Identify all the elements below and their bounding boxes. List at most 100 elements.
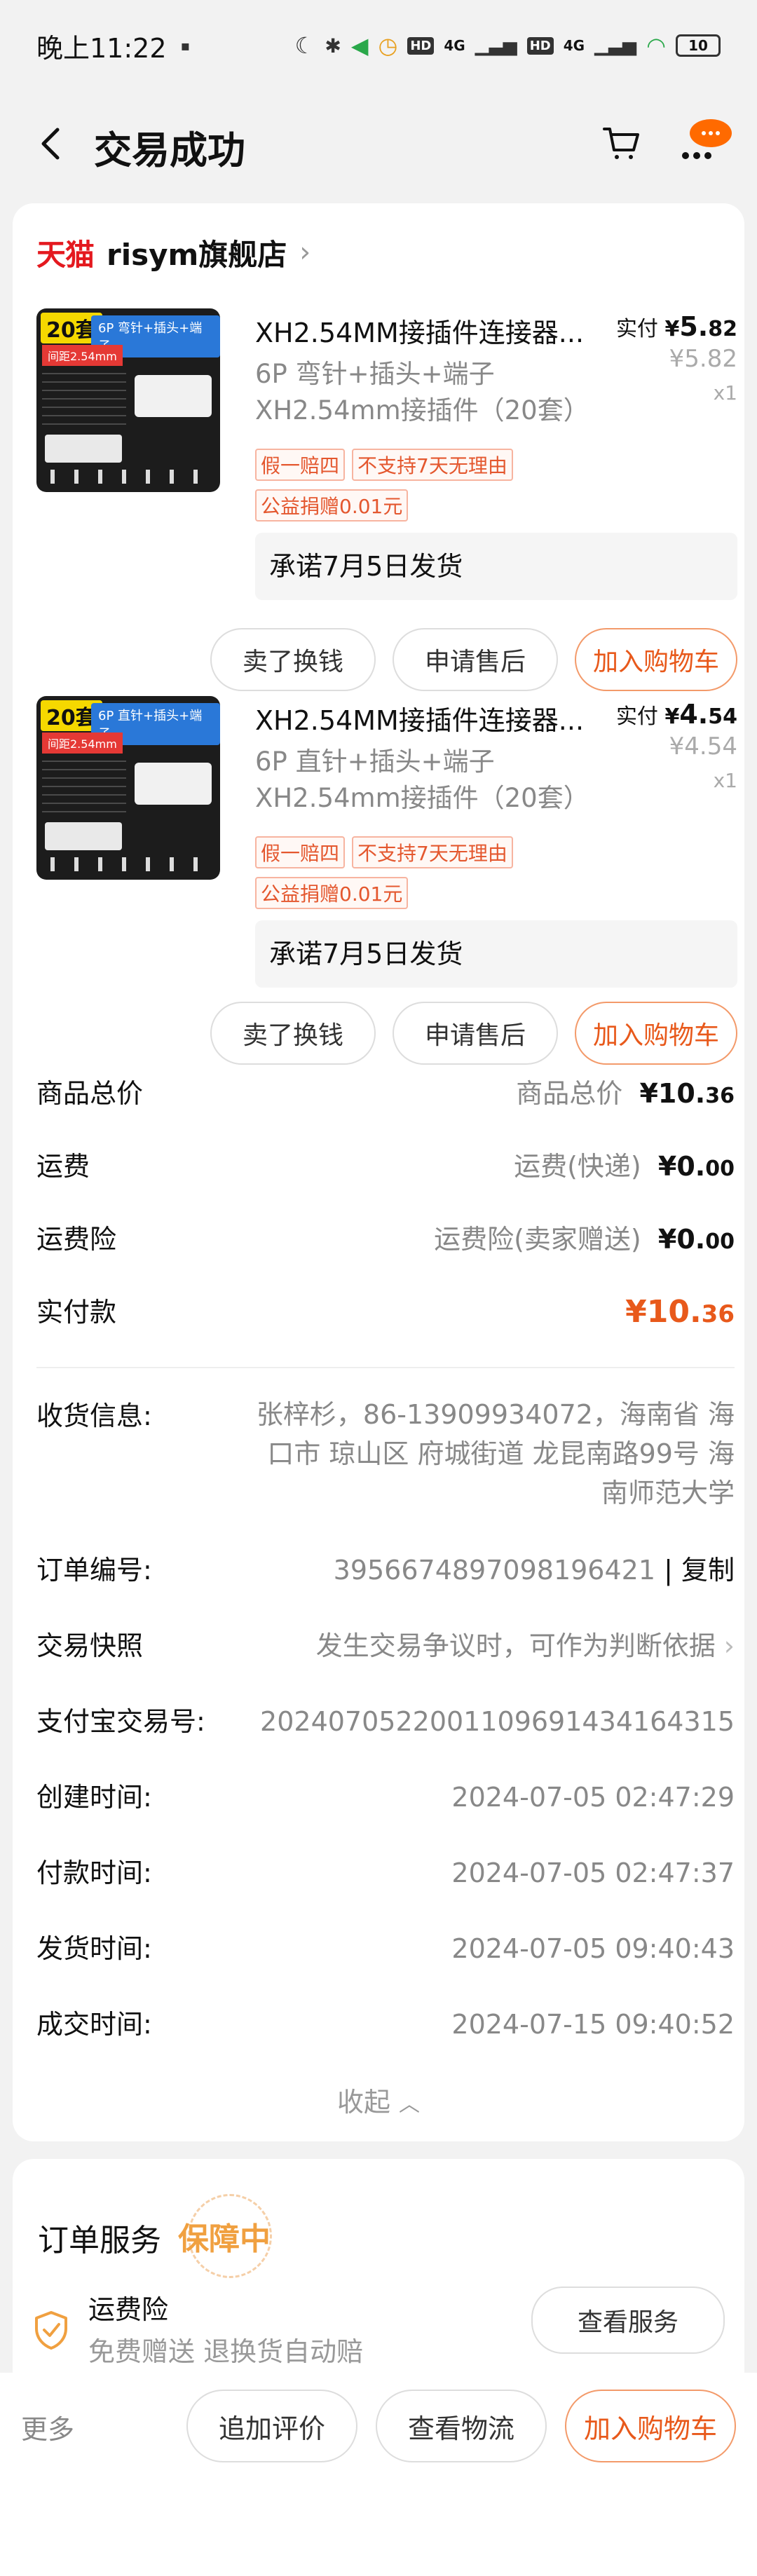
product-title[interactable]: XH2.54MM接插件连接器... bbox=[255, 311, 620, 350]
service-title: 订单服务 bbox=[38, 2223, 161, 2258]
collapse-label: 收起 bbox=[336, 2087, 390, 2118]
created-time-value: 2024-07-05 02:47:29 bbox=[451, 1782, 735, 1813]
tag-no-7day-return: 不支持7天无理由 bbox=[352, 449, 513, 481]
add-to-cart-button[interactable]: 加入购物车 bbox=[575, 1002, 737, 1065]
resell-button[interactable]: 卖了换钱 bbox=[210, 628, 376, 691]
shield-icon bbox=[35, 2311, 67, 2350]
paid-label: 实付 bbox=[615, 704, 658, 729]
chevron-up-icon: ︿ bbox=[399, 2092, 421, 2117]
thumb-housing-image bbox=[45, 822, 122, 850]
after-sale-button[interactable]: 申请售后 bbox=[393, 628, 558, 691]
snapshot-value: 发生交易争议时，可作为判断依据 › bbox=[316, 1625, 735, 1667]
product-item[interactable]: 20套 6P 直针+插头+端子 间距2.54mm XH2.54MM接插件连接器.… bbox=[36, 696, 737, 1089]
product-thumbnail[interactable]: 20套 6P 弯针+插头+端子 间距2.54mm bbox=[36, 308, 220, 492]
goods-total-amount: ¥10. bbox=[639, 1078, 706, 1109]
paid-total-value: ¥10.36 bbox=[625, 1291, 735, 1335]
goods-total-value: 商品总价 ¥10.36 bbox=[516, 1072, 735, 1117]
chevron-right-icon: › bbox=[299, 236, 311, 268]
thumb-pitch-label: 间距2.54mm bbox=[42, 732, 123, 754]
cart-icon[interactable] bbox=[600, 121, 642, 163]
after-sale-button[interactable]: 申请售后 bbox=[393, 1002, 558, 1065]
snapshot-desc: 发生交易争议时，可作为判断依据 bbox=[315, 1630, 716, 1661]
paid-price: 实付 ¥4.54 bbox=[616, 699, 737, 730]
product-tags: 假一赔四 不支持7天无理由 bbox=[255, 836, 513, 868]
product-thumbnail[interactable]: 20套 6P 直针+插头+端子 间距2.54mm bbox=[36, 696, 220, 880]
insurance-label: 运费险 bbox=[36, 1224, 117, 1255]
copy-button[interactable]: 复制 bbox=[681, 1555, 735, 1586]
order-card: 天猫 risym旗舰店 › 20套 6P 弯针+插头+端子 间距2.54mm X… bbox=[13, 203, 744, 2141]
network-1-label: 4G bbox=[444, 37, 465, 54]
insurance-sub: 运费险(卖家赠送) bbox=[434, 1224, 641, 1255]
tag-charity: 公益捐赠0.01元 bbox=[255, 489, 409, 522]
protection-badge: 保障中 bbox=[174, 2194, 300, 2278]
chevron-right-icon: › bbox=[723, 1630, 735, 1661]
thumb-pins-image bbox=[50, 857, 205, 871]
add-to-cart-bottom-button[interactable]: 加入购物车 bbox=[565, 2390, 736, 2462]
insurance-row: 运费险 运费险(卖家赠送) ¥0.00 bbox=[36, 1218, 735, 1260]
signal-1-icon: ▁▃▅ bbox=[475, 35, 517, 56]
order-number: 3956674897098196421 bbox=[333, 1555, 655, 1586]
shop-header[interactable]: 天猫 risym旗舰店 › bbox=[36, 231, 311, 273]
product-tags: 假一赔四 不支持7天无理由 bbox=[255, 449, 513, 481]
status-right-icons: ☾ ✱ ◀ ◷ HD 4G ▁▃▅ HD 4G ▁▃▅ ◠ 10 bbox=[295, 32, 721, 59]
order-number-label: 订单编号: bbox=[36, 1555, 152, 1586]
snapshot-row[interactable]: 交易快照 发生交易争议时，可作为判断依据 › bbox=[36, 1625, 735, 1667]
bluetooth-icon: ✱ bbox=[325, 34, 341, 57]
alipay-value: 2024070522001109691434164315 bbox=[260, 1706, 735, 1737]
product-spec: 6P 直针+插头+端子 XH2.54mm接插件（20套） bbox=[255, 747, 589, 813]
shipped-time-label: 发货时间: bbox=[36, 1933, 152, 1964]
network-2-label: 4G bbox=[563, 37, 585, 54]
thumb-specs-table bbox=[42, 754, 126, 817]
thumb-housing-image bbox=[45, 435, 122, 463]
collapse-toggle[interactable]: 收起 ︿ bbox=[13, 2080, 744, 2119]
bottom-action-bar: 更多 追加评价 查看物流 加入购物车 bbox=[0, 2373, 757, 2485]
goods-total-sub: 商品总价 bbox=[516, 1078, 623, 1109]
more-menu-icon[interactable] bbox=[677, 119, 733, 168]
shipping-amount: ¥0. bbox=[657, 1151, 706, 1182]
created-time-row: 创建时间: 2024-07-05 02:47:29 bbox=[36, 1776, 735, 1818]
paid-int: 5. bbox=[679, 311, 709, 342]
nav-bar: 交易成功 bbox=[0, 91, 757, 196]
thumb-pitch-label: 间距2.54mm bbox=[42, 345, 123, 366]
paid-currency: ¥ bbox=[664, 704, 680, 729]
product-price: 实付 ¥4.54 ¥4.54 x1 bbox=[616, 699, 737, 792]
closed-time-row: 成交时间: 2024-07-15 09:40:52 bbox=[36, 2003, 735, 2045]
goods-total-decimal: 36 bbox=[705, 1084, 735, 1108]
status-bar: 晚上11:22 ▪ ☾ ✱ ◀ ◷ HD 4G ▁▃▅ HD 4G ▁▃▅ ◠ … bbox=[0, 0, 757, 91]
paid-time-value: 2024-07-05 02:47:37 bbox=[451, 1858, 735, 1888]
shop-name[interactable]: risym旗舰店 bbox=[107, 231, 287, 274]
paid-currency: ¥ bbox=[664, 317, 680, 341]
more-link[interactable]: 更多 bbox=[21, 2408, 74, 2446]
snapshot-label: 交易快照 bbox=[36, 1630, 144, 1661]
quantity: x1 bbox=[713, 769, 737, 792]
signal-2-icon: ▁▃▅ bbox=[594, 35, 637, 56]
product-item[interactable]: 20套 6P 弯针+插头+端子 间距2.54mm XH2.54MM接插件连接器.… bbox=[36, 308, 737, 701]
shipped-time-value: 2024-07-05 09:40:43 bbox=[451, 1933, 735, 1964]
alarm-icon: ◷ bbox=[378, 32, 398, 59]
order-number-row: 订单编号: 3956674897098196421 | 复制 bbox=[36, 1549, 735, 1591]
service-item-desc: 免费赠送 退换货自动赔 bbox=[88, 2336, 364, 2367]
tmall-logo: 天猫 bbox=[36, 237, 95, 272]
view-logistics-button[interactable]: 查看物流 bbox=[376, 2390, 547, 2462]
tag-charity: 公益捐赠0.01元 bbox=[255, 877, 409, 909]
alipay-label: 支付宝交易号: bbox=[36, 1706, 205, 1737]
view-service-button[interactable]: 查看服务 bbox=[531, 2287, 725, 2354]
paid-decimal: 82 bbox=[708, 317, 737, 341]
quantity: x1 bbox=[713, 381, 737, 404]
order-number-value: 3956674897098196421 | 复制 bbox=[333, 1555, 735, 1586]
thumb-connector-image bbox=[135, 763, 212, 805]
product-title[interactable]: XH2.54MM接插件连接器... bbox=[255, 699, 620, 737]
back-arrow-icon[interactable] bbox=[31, 123, 73, 165]
shipping-value: 运费(快递) ¥0.00 bbox=[514, 1145, 735, 1190]
add-review-button[interactable]: 追加评价 bbox=[186, 2390, 357, 2462]
resell-button[interactable]: 卖了换钱 bbox=[210, 1002, 376, 1065]
insurance-decimal: 00 bbox=[705, 1229, 735, 1254]
add-to-cart-button[interactable]: 加入购物车 bbox=[575, 628, 737, 691]
service-item-name: 运费险 bbox=[88, 2294, 169, 2325]
product-actions: 卖了换钱 申请售后 加入购物车 bbox=[210, 1002, 737, 1065]
shipping-label: 运费 bbox=[36, 1151, 90, 1182]
address-row: 收货信息: 张梓杉，86-13909934072，海南省 海口市 琼山区 府城街… bbox=[36, 1395, 735, 1528]
summary-divider bbox=[36, 1367, 735, 1368]
address-label: 收货信息: bbox=[36, 1401, 152, 1431]
insurance-value: 运费险(卖家赠送) ¥0.00 bbox=[434, 1218, 735, 1263]
